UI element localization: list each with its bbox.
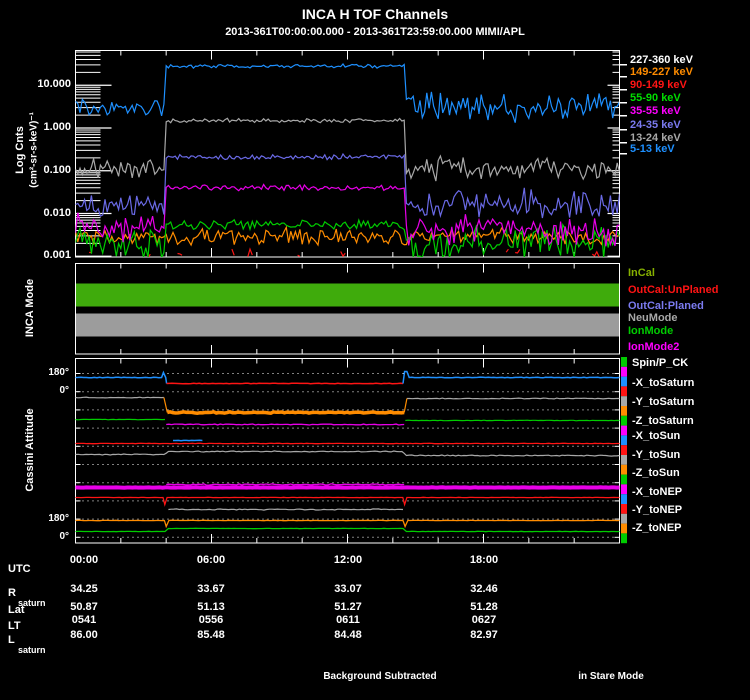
attitude-ytick-label: 0° — [59, 531, 69, 542]
attitude-panel-label: Cassini Attitude — [24, 408, 36, 492]
mode-panel-label: INCA Mode — [24, 278, 36, 338]
tof-legend-item: 149-227 keV — [630, 66, 693, 78]
utc-tick-label: 00:00 — [69, 554, 99, 566]
mode-legend-item: IonMode2 — [628, 341, 680, 353]
tof-ytick-label: 0.001 — [43, 249, 71, 262]
mode-legend-item: NeuMode — [628, 312, 678, 324]
attitude-legend-item: -Y_toSaturn — [632, 396, 695, 408]
tof-ytick-label: 1.000 — [43, 121, 71, 133]
ephemeris-value: 34.25 — [70, 583, 98, 595]
mode-legend-item: InCal — [628, 267, 655, 279]
attitude-legend-item: -Z_toSaturn — [632, 415, 694, 427]
ephemeris-value: 51.28 — [470, 601, 498, 613]
utc-tick-label: 12:00 — [333, 554, 363, 566]
ephemeris-value: 0627 — [471, 614, 497, 626]
attitude-legend-item: -Z_toSun — [632, 467, 680, 479]
plot-window: INCA H TOF Channels 2013-361T00:00:00.00… — [0, 0, 750, 700]
utc-tick-label: 06:00 — [196, 554, 226, 566]
attitude-legend-item: -X_toNEP — [632, 486, 683, 498]
ephemeris-value: 85.48 — [197, 629, 225, 641]
ephemeris-value: 51.27 — [334, 601, 362, 613]
tof-legend-item: 24-35 keV — [630, 119, 681, 131]
tof-ytick-label: 0.010 — [43, 206, 71, 219]
ephemeris-value: 0556 — [198, 614, 224, 626]
ephemeris-value: 32.46 — [470, 583, 498, 595]
ephemeris-value: 84.48 — [334, 629, 362, 641]
background-subtracted-note: Background Subtracted — [323, 671, 437, 682]
ephemeris-row-label: Lat — [8, 604, 25, 616]
ephemeris-value: 33.07 — [334, 583, 362, 595]
ephemeris-value: 33.67 — [197, 583, 225, 595]
attitude-legend-item: Spin/P_CK — [632, 357, 689, 369]
utc-tick-label: 18:00 — [469, 554, 499, 566]
attitude-legend-item: -X_toSaturn — [632, 377, 695, 389]
attitude-legend-item: -X_toSun — [632, 430, 681, 442]
ephemeris-value: 50.87 — [70, 601, 98, 613]
tof-ytick-label: 10.000 — [37, 78, 71, 91]
tof-legend-item: 90-149 keV — [630, 79, 687, 91]
tof-legend-item: 227-360 keV — [630, 54, 693, 66]
ephemeris-value: 51.13 — [197, 601, 225, 613]
tof-ytick-label: 0.100 — [43, 163, 71, 176]
mode-legend-item: OutCal:UnPlaned — [628, 284, 719, 296]
attitude-legend-item: -Y_toSun — [632, 449, 681, 461]
attitude-ytick-label: 180° — [48, 367, 69, 378]
utc-axis-label: UTC — [8, 563, 31, 575]
ephemeris-row-label: LT — [8, 620, 21, 632]
mode-legend-item: IonMode — [628, 325, 674, 337]
page-title: INCA H TOF Channels — [301, 6, 449, 22]
ephemeris-row-sublabel: saturn — [18, 645, 46, 655]
ephemeris-row-label: L — [8, 634, 15, 646]
mode-legend-item: OutCal:Planed — [628, 300, 704, 312]
tof-legend-item: 55-90 keV — [630, 92, 681, 104]
attitude-legend-item: -Y_toNEP — [632, 504, 683, 516]
tof-legend-item: 35-55 keV — [630, 105, 681, 117]
ephemeris-value: 0541 — [71, 614, 97, 626]
stare-mode-note: in Stare Mode — [578, 671, 644, 682]
ephemeris-value: 0611 — [336, 614, 360, 626]
attitude-legend-item: -Z_toNEP — [632, 522, 682, 534]
tof-legend-item: 5-13 keV — [630, 143, 675, 155]
ephemeris-value: 86.00 — [70, 629, 98, 641]
ephemeris-value: 82.97 — [470, 629, 498, 641]
attitude-ytick-label: 0° — [59, 385, 69, 396]
attitude-ytick-label: 180° — [48, 513, 69, 524]
plot-subtitle: 2013-361T00:00:00.000 - 2013-361T23:59:0… — [225, 26, 525, 38]
ephemeris-row-label: R — [8, 587, 16, 599]
